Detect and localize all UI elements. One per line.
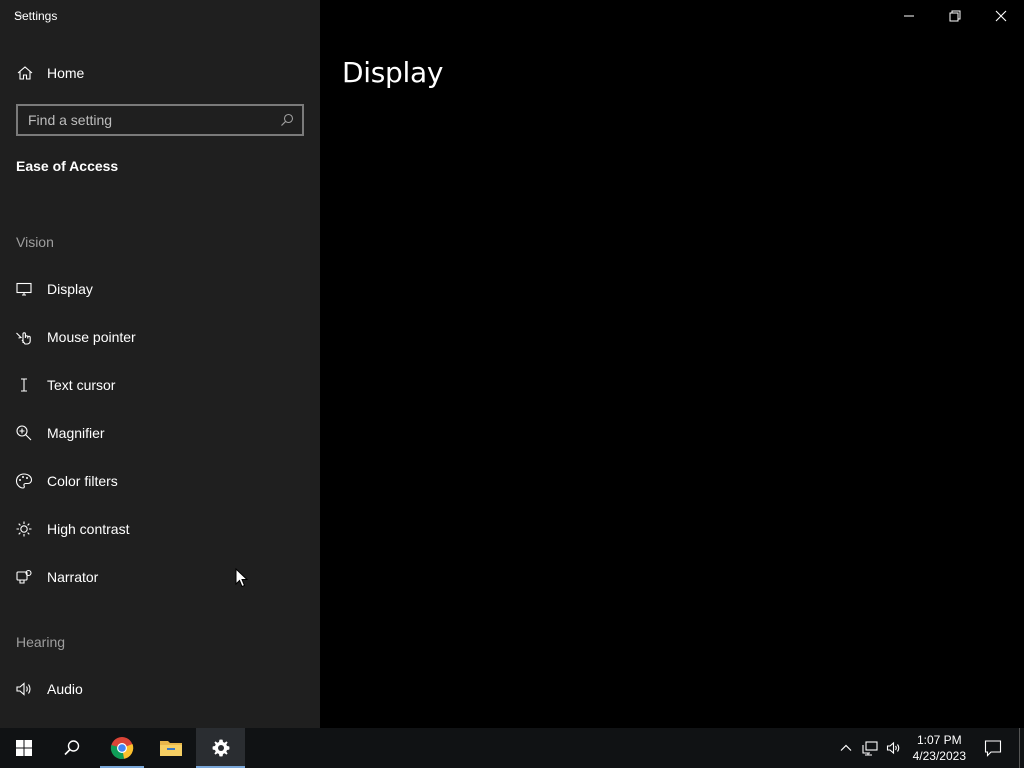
sidebar-item-display[interactable]: Display: [0, 269, 320, 309]
home-label: Home: [47, 65, 85, 81]
high-contrast-icon: [16, 521, 32, 537]
show-desktop-button[interactable]: [1019, 728, 1024, 768]
search-icon: [64, 740, 80, 756]
search-box: [16, 104, 304, 136]
sidebar-item-label: Audio: [47, 681, 83, 697]
action-center-icon[interactable]: [984, 739, 1002, 757]
home-icon: [17, 66, 33, 80]
sidebar-item-mouse-pointer[interactable]: Mouse pointer: [0, 317, 320, 357]
color-filters-icon: [15, 473, 33, 489]
home-nav-item[interactable]: Home: [0, 56, 320, 90]
taskbar-settings[interactable]: [196, 728, 245, 768]
section-title: Ease of Access: [16, 158, 119, 174]
narrator-icon: [16, 569, 32, 584]
sidebar: ← Settings Home Ease of Access Vision Di…: [0, 0, 320, 728]
taskbar-search-button[interactable]: [48, 728, 96, 768]
sidebar-item-narrator[interactable]: Narrator: [0, 557, 320, 597]
taskbar-chrome[interactable]: [100, 728, 144, 768]
sidebar-item-label: Mouse pointer: [47, 329, 136, 345]
mouse-cursor-icon: [235, 568, 249, 588]
volume-icon[interactable]: [886, 740, 902, 756]
sidebar-item-label: High contrast: [47, 521, 130, 537]
minimize-button[interactable]: [886, 0, 932, 32]
settings-icon: [212, 739, 229, 757]
audio-icon: [16, 682, 31, 696]
start-icon: [16, 740, 32, 756]
clock[interactable]: 1:07 PM 4/23/2023: [913, 732, 966, 764]
close-button[interactable]: [978, 0, 1024, 32]
minimize-icon: [904, 15, 914, 17]
restore-icon: [949, 10, 961, 22]
sidebar-item-audio[interactable]: Audio: [0, 669, 320, 709]
sidebar-item-text-cursor[interactable]: Text cursor: [0, 365, 320, 405]
sidebar-item-label: Color filters: [47, 473, 118, 489]
close-icon: [995, 10, 1007, 22]
restore-button[interactable]: [932, 0, 978, 32]
window-title: Settings: [14, 9, 58, 23]
sidebar-item-label: Narrator: [47, 569, 99, 585]
display-icon: [16, 282, 32, 296]
clock-date: 4/23/2023: [912, 749, 966, 763]
sidebar-item-label: Text cursor: [47, 377, 116, 393]
search-input[interactable]: [18, 106, 268, 134]
text-cursor-icon: [21, 378, 27, 392]
clock-time: 1:07 PM: [916, 733, 962, 747]
file-explorer-icon: [160, 741, 182, 756]
sidebar-item-label: Magnifier: [47, 425, 105, 441]
page-title: Display: [342, 56, 444, 89]
sidebar-item-magnifier[interactable]: Magnifier: [0, 413, 320, 453]
chevron-up-icon[interactable]: [838, 740, 854, 756]
sidebar-item-high-contrast[interactable]: High contrast: [0, 509, 320, 549]
group-label-hearing: Hearing: [16, 634, 66, 650]
group-label-vision: Vision: [16, 234, 54, 250]
sidebar-item-label: Display: [47, 281, 93, 297]
settings-window: ← Settings Home Ease of Access Vision Di…: [0, 0, 1024, 728]
search-icon[interactable]: [280, 113, 294, 127]
start-button[interactable]: [0, 728, 48, 768]
chrome-icon: [110, 737, 134, 760]
mouse-pointer-icon: [16, 332, 31, 345]
taskbar-file-explorer[interactable]: [148, 728, 194, 768]
magnifier-icon: [16, 425, 32, 441]
taskbar: 1:07 PM 4/23/2023: [0, 728, 1024, 768]
sidebar-item-color-filters[interactable]: Color filters: [0, 461, 320, 501]
network-icon[interactable]: [862, 740, 878, 756]
